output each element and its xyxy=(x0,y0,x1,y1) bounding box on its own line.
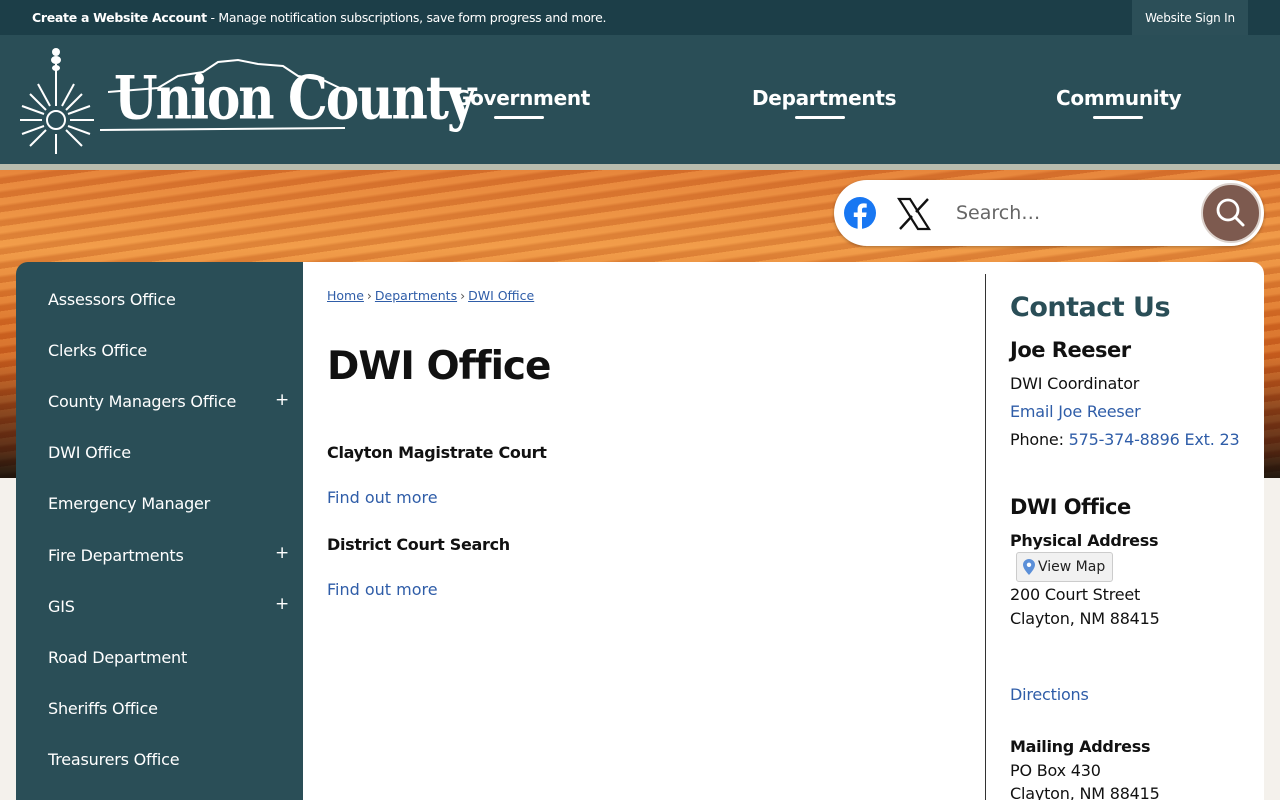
breadcrumb-departments[interactable]: Departments xyxy=(375,288,457,303)
sidebar-item-treasurers-office[interactable]: Treasurers Office xyxy=(48,750,180,769)
phone-link[interactable]: 575-374-8896 Ext. 23 xyxy=(1069,430,1240,449)
mailing-city: Clayton, NM 88415 xyxy=(1010,784,1160,800)
breadcrumb-dwi-office[interactable]: DWI Office xyxy=(468,288,534,303)
page-title: DWI Office xyxy=(327,344,552,389)
sidebar-item-county-managers-office[interactable]: County Managers Office xyxy=(48,392,236,411)
department-sidebar: Assessors Office Clerks Office County Ma… xyxy=(16,262,303,800)
office-title: DWI Office xyxy=(1010,495,1131,519)
sidebar-item-sheriffs-office[interactable]: Sheriffs Office xyxy=(48,699,158,718)
expand-county-managers-icon[interactable]: + xyxy=(275,392,289,409)
sidebar-item-road-department[interactable]: Road Department xyxy=(48,648,187,667)
sidebar-item-emergency-manager[interactable]: Emergency Manager xyxy=(48,494,210,513)
expand-fire-departments-icon[interactable]: + xyxy=(275,545,289,562)
column-divider xyxy=(985,274,986,800)
union-county-logo[interactable]: Union County xyxy=(18,44,476,156)
contact-heading: Contact Us xyxy=(1010,292,1171,323)
clayton-magistrate-court-title: Clayton Magistrate Court xyxy=(327,443,547,462)
x-glyph xyxy=(897,197,931,231)
directions-link[interactable]: Directions xyxy=(1010,685,1089,704)
create-account-link[interactable]: Create a Website Account xyxy=(32,10,207,25)
breadcrumb-home[interactable]: Home xyxy=(327,288,364,303)
contact-role: DWI Coordinator xyxy=(1010,374,1140,393)
main-content: Home › Departments › DWI Office DWI Office C… xyxy=(303,262,1264,800)
district-court-search-title: District Court Search xyxy=(327,535,510,554)
find-out-more-link-magistrate[interactable]: Find out more xyxy=(327,488,438,507)
breadcrumb: Home › Departments › DWI Office xyxy=(327,288,534,303)
breadcrumb-separator: › xyxy=(460,288,466,303)
logo-underline xyxy=(100,127,346,131)
search-icon xyxy=(1216,198,1245,227)
street-address: 200 Court Street xyxy=(1010,585,1141,604)
map-pin-icon xyxy=(1023,559,1035,575)
physical-address-label: Physical Address xyxy=(1010,531,1159,550)
email-contact-link[interactable]: Email Joe Reeser xyxy=(1010,402,1141,421)
account-message: Create a Website Account - Manage notifi… xyxy=(32,10,606,25)
website-sign-in-button[interactable]: Website Sign In xyxy=(1132,0,1248,35)
top-bar: Create a Website Account - Manage notifi… xyxy=(0,0,1280,35)
nav-departments[interactable]: Departments xyxy=(752,86,897,119)
nav-community[interactable]: Community xyxy=(1056,86,1182,119)
city-address: Clayton, NM 88415 xyxy=(1010,609,1160,628)
sidebar-item-fire-departments[interactable]: Fire Departments xyxy=(48,546,184,565)
nav-government[interactable]: Government xyxy=(454,86,590,119)
search-input[interactable] xyxy=(956,196,1186,230)
expand-gis-icon[interactable]: + xyxy=(275,596,289,613)
facebook-glyph xyxy=(853,203,867,229)
sidebar-item-dwi-office[interactable]: DWI Office xyxy=(48,443,131,462)
sidebar-item-clerks-office[interactable]: Clerks Office xyxy=(48,341,147,360)
facebook-icon[interactable] xyxy=(844,197,876,229)
mailing-address-label: Mailing Address xyxy=(1010,737,1151,756)
find-out-more-link-district[interactable]: Find out more xyxy=(327,580,438,599)
account-description: - Manage notification subscriptions, sav… xyxy=(206,10,607,25)
x-twitter-icon[interactable] xyxy=(896,196,932,232)
po-box: PO Box 430 xyxy=(1010,761,1101,780)
view-map-button[interactable]: View Map xyxy=(1016,552,1114,582)
search-button[interactable] xyxy=(1201,183,1261,243)
contact-name: Joe Reeser xyxy=(1010,338,1131,362)
breadcrumb-separator: › xyxy=(366,288,372,303)
search-bar xyxy=(834,180,1264,246)
sidebar-item-assessors-office[interactable]: Assessors Office xyxy=(48,290,176,309)
view-map-label: View Map xyxy=(1038,559,1106,575)
zia-sun-icon xyxy=(20,48,94,154)
phone-label: Phone: xyxy=(1010,430,1069,449)
contact-phone: Phone: 575-374-8896 Ext. 23 xyxy=(1010,430,1240,449)
sidebar-item-gis[interactable]: GIS xyxy=(48,597,75,616)
